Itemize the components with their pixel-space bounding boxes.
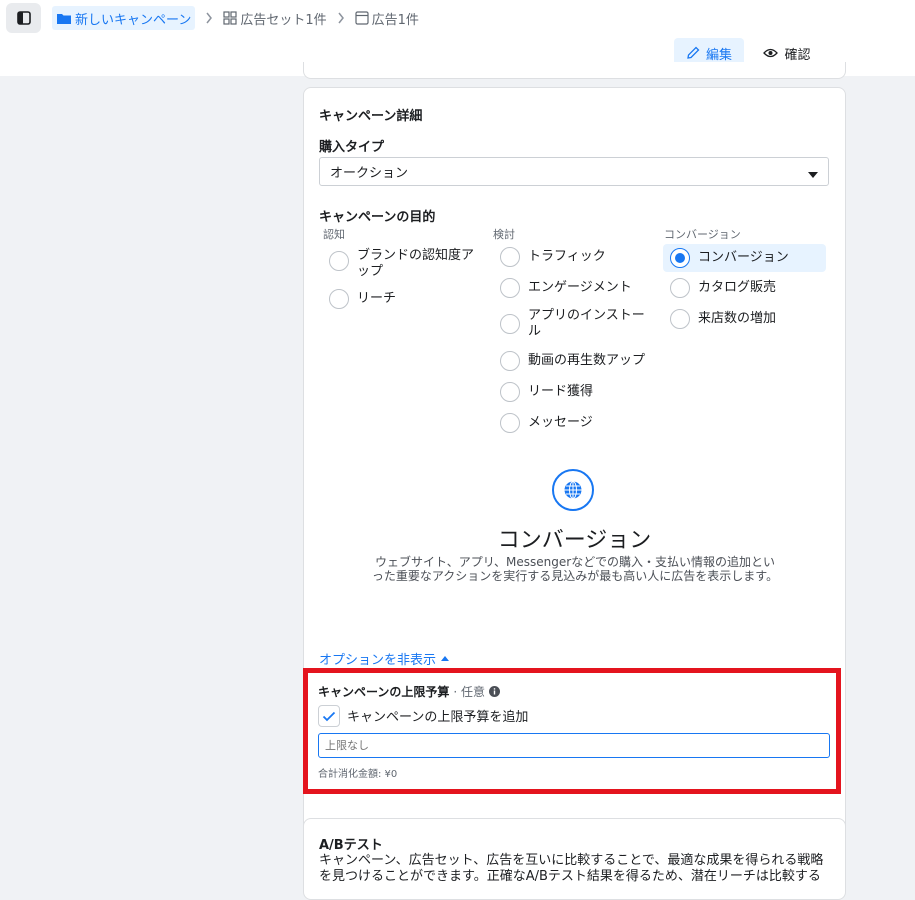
objective-option-messages[interactable]: メッセージ (500, 413, 593, 433)
grid-icon (223, 11, 237, 25)
objective-option-catalog-sales[interactable]: カタログ販売 (670, 278, 776, 298)
breadcrumb-adset-label: 広告セット1件 (240, 12, 327, 28)
option-label: コンバージョン (698, 250, 789, 265)
ab-test-title: A/Bテスト (319, 838, 383, 853)
sidebar-toggle-button[interactable] (6, 3, 41, 33)
option-label: メッセージ (528, 415, 593, 430)
column-header-consideration: 検討 (493, 228, 515, 241)
purchase-type-select[interactable]: オークション (319, 157, 829, 186)
spending-limit-highlight (303, 668, 841, 794)
selected-objective-description: ウェブサイト、アプリ、Messengerなどでの購入・支払い情報の追加といった重… (371, 555, 779, 583)
chevron-right-icon (205, 12, 213, 24)
radio-button[interactable] (500, 247, 520, 267)
radio-button[interactable] (500, 278, 520, 298)
pencil-icon (687, 46, 700, 59)
review-button-label: 確認 (784, 47, 811, 63)
radio-button[interactable] (500, 413, 520, 433)
objective-option-brand-awareness[interactable]: ブランドの認知度アップ (329, 248, 479, 280)
radio-button[interactable] (500, 314, 520, 334)
option-label: カタログ販売 (698, 280, 777, 295)
option-label: エンゲージメント (528, 280, 632, 295)
radio-button[interactable] (500, 382, 520, 402)
purchase-type-label: 購入タイプ (319, 140, 385, 155)
column-header-awareness: 認知 (323, 228, 345, 241)
campaign-details-title: キャンペーン詳細 (319, 109, 423, 124)
radio-button-selected[interactable] (670, 248, 690, 268)
hide-options-link[interactable]: オプションを非表示 (319, 649, 450, 668)
objective-option-reach[interactable]: リーチ (329, 289, 396, 309)
objective-option-conversions[interactable]: コンバージョン (670, 248, 789, 268)
breadcrumb-ad-label: 広告1件 (371, 12, 419, 28)
radio-button[interactable] (329, 289, 349, 309)
eye-icon (763, 48, 779, 58)
selected-objective-title: コンバージョン (497, 528, 652, 553)
purchase-type-value: オークション (330, 166, 409, 181)
folder-icon (56, 12, 72, 25)
ad-frame-icon (355, 11, 369, 25)
edit-button-label: 編集 (705, 47, 732, 63)
breadcrumb-campaign-label: 新しいキャンペーン (75, 12, 192, 28)
radio-button[interactable] (329, 251, 349, 271)
breadcrumb-campaign[interactable]: 新しいキャンペーン (52, 6, 196, 30)
option-label: トラフィック (528, 249, 606, 264)
globe-icon (552, 469, 594, 511)
option-label: アプリのインストール (528, 308, 645, 339)
caret-up-icon (441, 656, 450, 661)
objective-option-engagement[interactable]: エンゲージメント (500, 278, 632, 298)
ab-test-card: A/Bテスト キャンペーン、広告セット、広告を互いに比較することで、最適な成果を… (303, 818, 846, 900)
option-label: リーチ (357, 291, 397, 306)
objective-option-video-views[interactable]: 動画の再生数アップ (500, 351, 645, 371)
chevron-right-icon (337, 12, 345, 24)
hide-options-label: オプションを非表示 (319, 653, 437, 668)
column-header-conversion: コンバージョン (664, 228, 741, 241)
objective-option-traffic[interactable]: トラフィック (500, 247, 606, 267)
option-label: 来店数の増加 (698, 311, 777, 326)
radio-button[interactable] (670, 309, 690, 329)
radio-button[interactable] (670, 278, 690, 298)
ab-test-description: キャンペーン、広告セット、広告を互いに比較することで、最適な成果を得られる戦略を… (319, 853, 824, 884)
objective-option-store-traffic[interactable]: 来店数の増加 (670, 309, 776, 329)
option-label: リード獲得 (528, 384, 594, 399)
breadcrumb-adset[interactable]: 広告セット1件 (223, 6, 327, 30)
sidebar-panel-icon (16, 11, 31, 25)
objective-label: キャンペーンの目的 (319, 210, 436, 225)
option-label: ブランドの認知度アップ (357, 248, 475, 279)
objective-option-app-installs[interactable]: アプリのインストール (500, 308, 650, 340)
breadcrumb-ad[interactable]: 広告1件 (355, 6, 419, 30)
breadcrumb: 新しいキャンペーン 広告セット1件 広告1件 (52, 5, 419, 31)
caret-down-icon (808, 168, 818, 183)
previous-card-bottom (303, 62, 846, 79)
radio-button[interactable] (500, 351, 520, 371)
objective-option-lead-generation[interactable]: リード獲得 (500, 382, 593, 402)
option-label: 動画の再生数アップ (528, 353, 646, 368)
